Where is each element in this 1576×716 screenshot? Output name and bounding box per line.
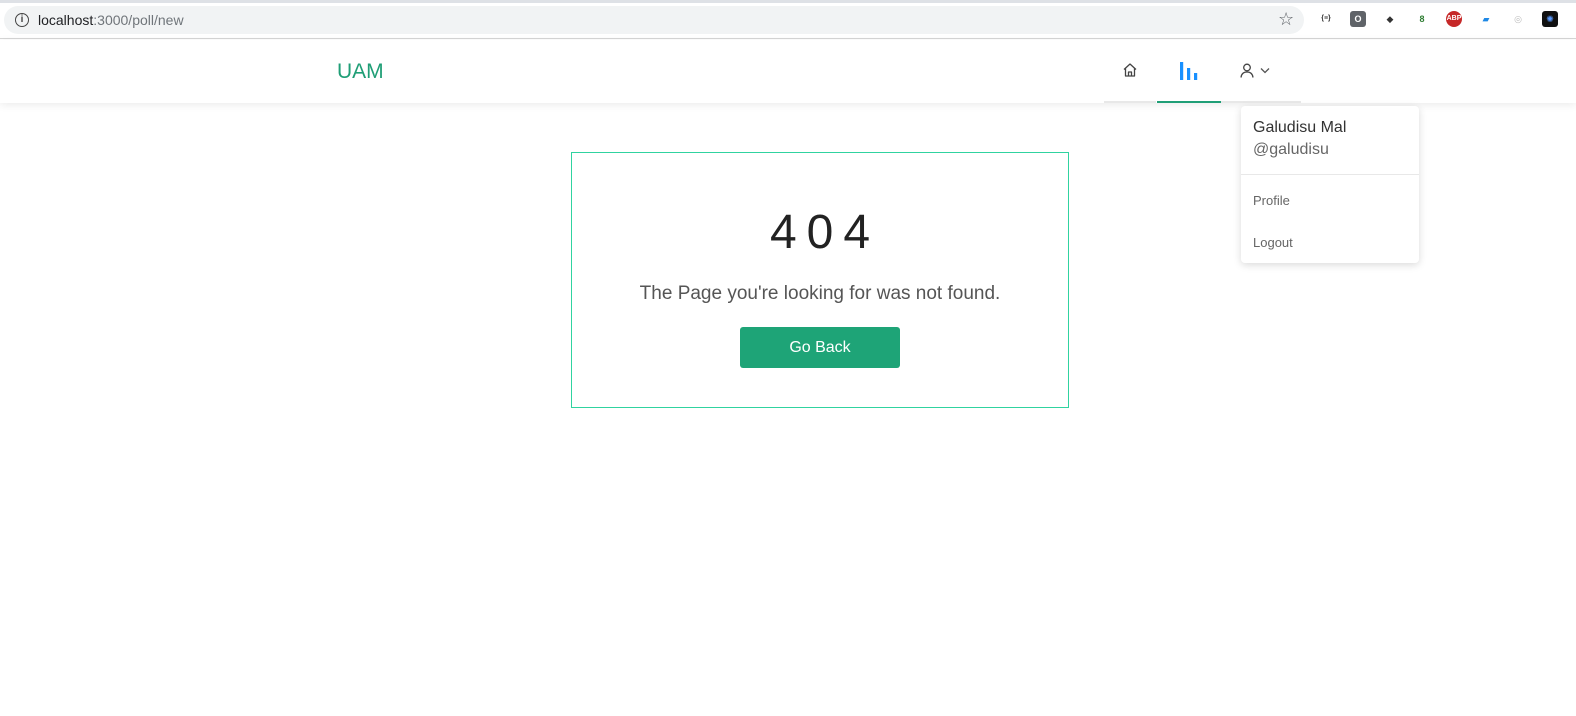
url-text[interactable]: localhost:3000/poll/new [38,12,184,28]
bookmark-star-icon[interactable]: ☆ [1278,9,1294,30]
browser-toolbar: i localhost:3000/poll/new ☆ {≡} O ◆ 8 ABP ▰ ◎ ✺ [0,0,1576,39]
url-path: :3000/poll/new [93,12,184,28]
url-host: localhost [38,12,94,28]
chevron-down-icon [1260,68,1270,74]
user-full-name: Galudisu Mal [1253,119,1347,136]
error-message: The Page you're looking for was not foun… [639,283,1001,304]
nav-item-home[interactable] [1104,40,1156,103]
info-icon[interactable]: i [15,13,29,27]
not-found-card: 404 The Page you're looking for was not … [571,152,1069,408]
app-header: UAM [0,40,1576,103]
user-dropdown-menu: Galudisu Mal @galudisu Profile Logout [1241,106,1419,263]
nav-item-poll[interactable] [1157,40,1221,103]
brand-logo[interactable]: UAM [337,60,384,84]
8-extension-icon[interactable]: 8 [1414,11,1430,27]
error-code: 404 [769,206,881,259]
user-icon [1240,63,1254,78]
menu-item-profile[interactable]: Profile [1253,193,1290,208]
adblock-extension-icon[interactable]: ABP [1446,11,1462,27]
address-bar[interactable]: i localhost:3000/poll/new ☆ [4,6,1304,34]
spark-extension-icon[interactable]: ✺ [1542,11,1558,27]
book-extension-icon[interactable]: ▰ [1478,11,1494,27]
circle-extension-icon[interactable]: ◎ [1510,11,1526,27]
go-back-button[interactable]: Go Back [740,327,900,368]
bar-chart-icon [1180,62,1198,80]
user-handle: @galudisu [1253,141,1329,158]
json-extension-icon[interactable]: {≡} [1318,11,1334,27]
nav-item-user-menu[interactable] [1221,40,1301,103]
browser-tab-strip [0,0,1576,3]
o-extension-icon[interactable]: O [1350,11,1366,27]
cube-extension-icon[interactable]: ◆ [1382,11,1398,27]
menu-item-logout[interactable]: Logout [1253,235,1293,250]
dropdown-divider [1241,174,1419,175]
home-icon [1123,63,1137,77]
